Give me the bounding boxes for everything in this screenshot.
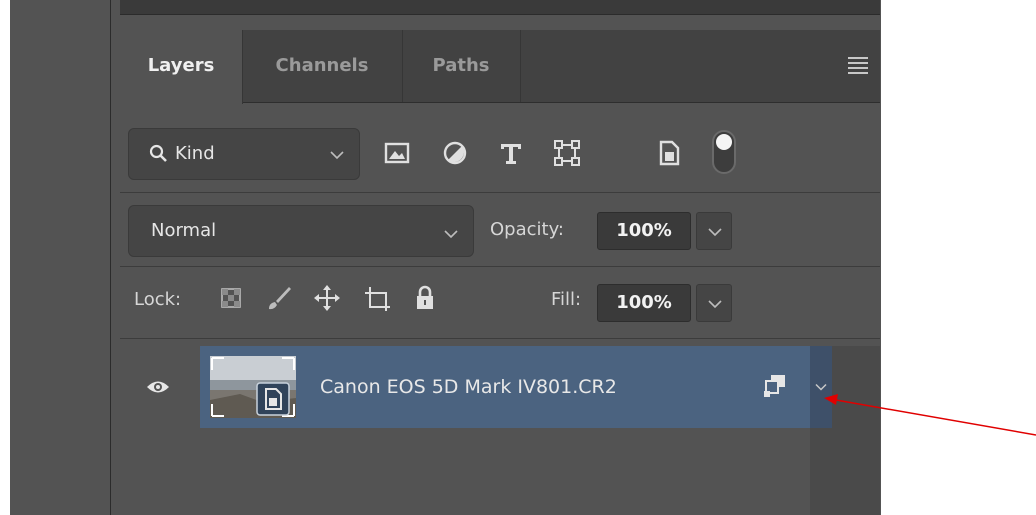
annotation-arrow (824, 394, 1036, 436)
